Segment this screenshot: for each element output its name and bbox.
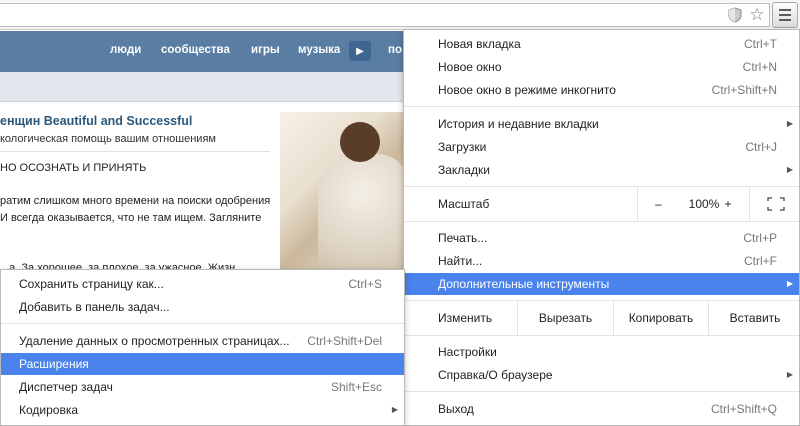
- menu-separator: [404, 221, 799, 222]
- address-bar[interactable]: [0, 3, 770, 27]
- post-text-line: ратим слишком много времени на поиски од…: [0, 195, 271, 207]
- submenu-item-encoding[interactable]: Кодировка ▶: [1, 399, 404, 421]
- browser-toolbar: ☆: [0, 0, 800, 30]
- menu-item-more-tools[interactable]: Дополнительные инструменты ▶: [404, 273, 799, 295]
- nav-people[interactable]: люди: [110, 44, 141, 56]
- fullscreen-icon: [766, 197, 785, 211]
- submenu-arrow-icon: ▶: [786, 165, 793, 174]
- submenu-arrow-icon: ▶: [391, 405, 398, 414]
- submenu-item-clear-data[interactable]: Удаление данных о просмотренных страница…: [1, 330, 404, 352]
- post-text-line: НО ОСОЗНАТЬ И ПРИНЯТЬ: [0, 162, 147, 174]
- menu-item-downloads[interactable]: Загрузки Ctrl+J: [404, 136, 799, 158]
- menu-item-new-window[interactable]: Новое окно Ctrl+N: [404, 56, 799, 78]
- post-title[interactable]: енщин Beautiful and Successful: [0, 114, 192, 128]
- more-tools-submenu: Сохранить страницу как... Ctrl+S Добавит…: [0, 269, 405, 426]
- menu-item-help[interactable]: Справка/О браузере ▶: [404, 364, 799, 386]
- menu-item-bookmarks[interactable]: Закладки ▶: [404, 159, 799, 181]
- submenu-item-save-page[interactable]: Сохранить страницу как... Ctrl+S: [1, 273, 404, 295]
- edit-label: Изменить: [438, 311, 493, 325]
- post-text-line: И всегда оказывается, что не там ищем. З…: [0, 212, 262, 224]
- paste-button[interactable]: Вставить: [708, 301, 800, 335]
- menu-item-find[interactable]: Найти... Ctrl+F: [404, 250, 799, 272]
- submenu-item-task-manager[interactable]: Диспетчер задач Shift+Esc: [1, 376, 404, 398]
- chrome-menu-button[interactable]: [772, 2, 798, 28]
- hamburger-menu-icon: [779, 9, 791, 11]
- menu-separator: [1, 323, 404, 324]
- submenu-item-extensions[interactable]: Расширения: [1, 353, 404, 375]
- menu-item-new-tab[interactable]: Новая вкладка Ctrl+T: [404, 33, 799, 55]
- menu-item-history[interactable]: История и недавние вкладки ▶: [404, 113, 799, 135]
- menu-item-exit[interactable]: Выход Ctrl+Shift+Q: [404, 398, 799, 420]
- menu-item-settings[interactable]: Настройки: [404, 341, 799, 363]
- menu-separator: [404, 391, 799, 392]
- nav-more[interactable]: по: [388, 44, 402, 56]
- submenu-arrow-icon: ▶: [786, 119, 793, 128]
- zoom-in-button[interactable]: +: [707, 187, 749, 221]
- zoom-row: Масштаб – 100% +: [404, 187, 799, 221]
- menu-separator: [404, 335, 799, 336]
- nav-communities[interactable]: сообщества: [161, 44, 230, 56]
- nav-games[interactable]: игры: [251, 44, 280, 56]
- chrome-main-menu: Новая вкладка Ctrl+T Новое окно Ctrl+N Н…: [403, 29, 800, 426]
- menu-item-incognito[interactable]: Новое окно в режиме инкогнито Ctrl+Shift…: [404, 79, 799, 101]
- submenu-arrow-icon: ▶: [786, 370, 793, 379]
- submenu-item-add-to-taskbar[interactable]: Добавить в панель задач...: [1, 296, 404, 318]
- copy-button[interactable]: Копировать: [613, 301, 708, 335]
- zoom-out-button[interactable]: –: [637, 187, 679, 221]
- menu-separator: [404, 106, 799, 107]
- menu-item-print[interactable]: Печать... Ctrl+P: [404, 227, 799, 249]
- divider: [0, 151, 270, 152]
- cut-button[interactable]: Вырезать: [517, 301, 613, 335]
- fullscreen-button[interactable]: [749, 187, 800, 221]
- bookmark-star-icon[interactable]: ☆: [748, 6, 766, 24]
- nav-music[interactable]: музыка: [298, 44, 340, 56]
- post-photo[interactable]: [280, 112, 408, 272]
- post-subtitle: кологическая помощь вашим отношениям: [0, 133, 216, 145]
- nav-more-arrow-icon[interactable]: ▶: [349, 41, 371, 61]
- shield-icon[interactable]: [726, 6, 744, 24]
- zoom-label: Масштаб: [438, 197, 490, 211]
- edit-row: Изменить Вырезать Копировать Вставить: [404, 301, 799, 335]
- submenu-arrow-icon: ▶: [786, 279, 793, 288]
